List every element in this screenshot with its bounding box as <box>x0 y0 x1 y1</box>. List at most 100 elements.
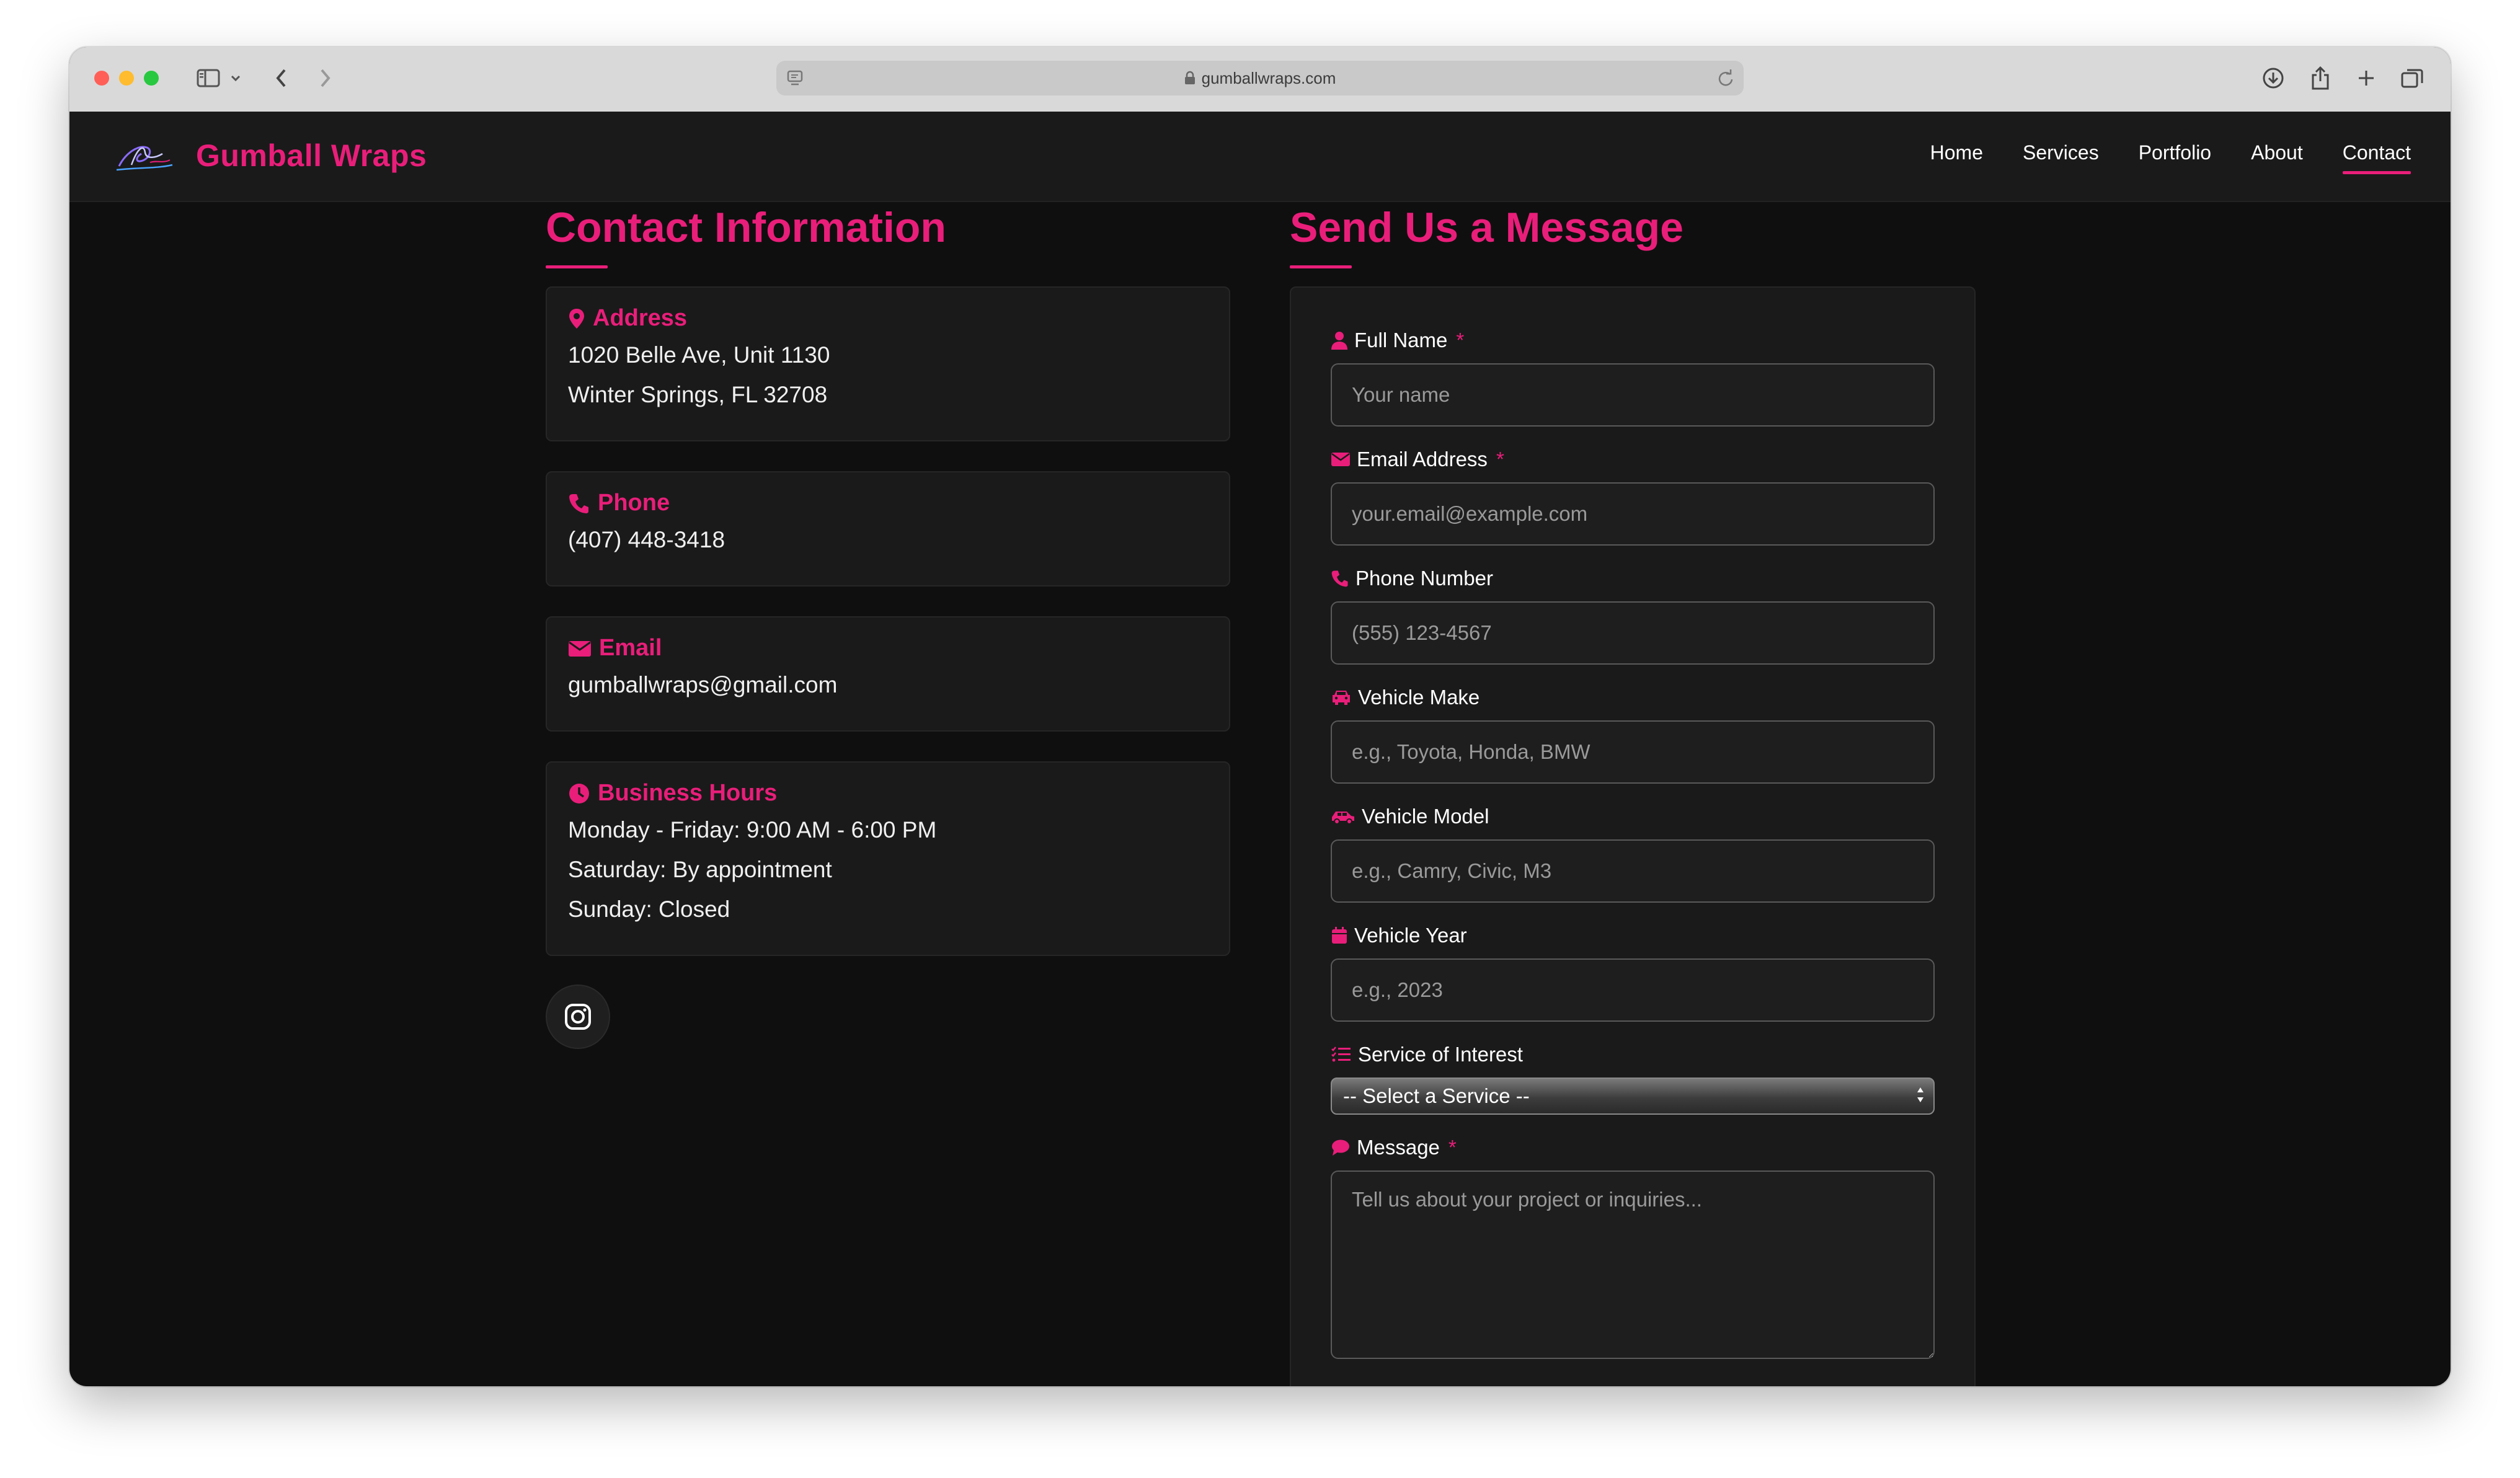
forward-button[interactable] <box>310 62 340 94</box>
full-name-input[interactable] <box>1331 363 1935 427</box>
phone-value[interactable]: (407) 448-3418 <box>568 527 725 553</box>
full-name-label-text: Full Name <box>1354 329 1448 352</box>
share-button[interactable] <box>2305 62 2335 94</box>
phone-label-text: Phone Number <box>1355 567 1493 590</box>
brand-logo-icon[interactable] <box>113 135 175 177</box>
back-button[interactable] <box>267 62 296 94</box>
vehicle-model-input[interactable] <box>1331 839 1935 903</box>
vehicle-year-label-text: Vehicle Year <box>1354 924 1467 947</box>
contact-heading-underline <box>546 265 608 268</box>
address-title: Address <box>568 305 687 332</box>
close-window-button[interactable] <box>94 71 109 86</box>
address-card: Address 1020 Belle Ave, Unit 1130 Winter… <box>546 286 1230 441</box>
service-label: Service of Interest <box>1331 1043 1523 1066</box>
hours-sunday: Sunday: Closed <box>568 896 730 922</box>
contact-heading: Contact Information <box>546 204 946 251</box>
lock-icon <box>1184 71 1196 86</box>
user-icon <box>1331 332 1347 350</box>
email-label: Email Address * <box>1331 448 1504 471</box>
address-line-2: Winter Springs, FL 32708 <box>568 382 828 407</box>
phone-input[interactable] <box>1331 601 1935 665</box>
email-card: Email gumballwraps@gmail.com <box>546 616 1230 732</box>
minimize-window-button[interactable] <box>119 71 134 86</box>
email-input[interactable] <box>1331 482 1935 546</box>
email-value[interactable]: gumballwraps@gmail.com <box>568 672 837 698</box>
chevron-right-icon <box>321 69 331 87</box>
nav-contact[interactable]: Contact <box>2342 141 2411 174</box>
message-textarea[interactable] <box>1331 1170 1935 1359</box>
vehicle-make-label: Vehicle Make <box>1331 686 1480 709</box>
phone-icon <box>569 493 588 513</box>
select-arrows-icon <box>1916 1084 1925 1106</box>
required-asterisk: * <box>1456 329 1465 352</box>
message-heading: Send Us a Message <box>1290 204 1684 251</box>
browser-toolbar: gumballwraps.com <box>69 47 2451 113</box>
sidebar-toggle-button[interactable] <box>191 62 247 94</box>
address-title-text: Address <box>593 305 688 331</box>
message-heading-underline <box>1290 265 1352 268</box>
calendar-icon <box>1332 927 1347 944</box>
message-label-text: Message <box>1357 1136 1440 1159</box>
page-settings-icon <box>787 70 803 86</box>
full-name-label: Full Name * <box>1331 329 1464 352</box>
email-title-text: Email <box>599 635 662 661</box>
email-label-text: Email Address <box>1357 448 1488 471</box>
address-bar[interactable]: gumballwraps.com <box>776 61 1744 95</box>
vehicle-model-label: Vehicle Model <box>1331 805 1489 828</box>
nav-services[interactable]: Services <box>2023 141 2099 164</box>
vehicle-model-label-text: Vehicle Model <box>1362 805 1489 828</box>
sidebar-icon <box>197 69 220 87</box>
phone-label: Phone Number <box>1331 567 1493 590</box>
new-tab-button[interactable] <box>2351 62 2381 94</box>
required-asterisk: * <box>1448 1136 1457 1159</box>
downloads-button[interactable] <box>2258 62 2288 94</box>
phone-title: Phone <box>568 490 670 516</box>
browser-window: gumballwraps.com Gumball Wraps Home Serv… <box>69 47 2451 1386</box>
service-select-value: -- Select a Service -- <box>1343 1084 1530 1107</box>
url-text: gumballwraps.com <box>1201 68 1336 87</box>
chevron-left-icon <box>276 69 286 87</box>
tab-overview-button[interactable] <box>2397 62 2427 94</box>
hours-saturday: Saturday: By appointment <box>568 857 832 882</box>
envelope-icon <box>1331 453 1350 466</box>
comment-icon <box>1332 1139 1349 1156</box>
vehicle-make-label-text: Vehicle Make <box>1358 686 1480 709</box>
share-icon <box>2312 66 2329 90</box>
hours-card: Business Hours Monday - Friday: 9:00 AM … <box>546 761 1230 956</box>
plus-icon <box>2359 71 2374 86</box>
reload-icon[interactable] <box>1716 68 1735 88</box>
address-line-1: 1020 Belle Ave, Unit 1130 <box>568 342 830 368</box>
envelope-icon <box>569 640 591 657</box>
vehicle-year-input[interactable] <box>1331 958 1935 1022</box>
phone-card: Phone (407) 448-3418 <box>546 471 1230 586</box>
list-check-icon <box>1331 1047 1351 1062</box>
message-label: Message * <box>1331 1136 1457 1159</box>
main-nav: Home Services Portfolio About Contact <box>1930 141 2411 174</box>
service-label-text: Service of Interest <box>1358 1043 1523 1066</box>
zoom-window-button[interactable] <box>144 71 159 86</box>
vehicle-year-label: Vehicle Year <box>1331 924 1467 947</box>
chevron-down-icon <box>231 75 241 82</box>
phone-icon <box>1331 570 1348 587</box>
site-header: Gumball Wraps Home Services Portfolio Ab… <box>69 112 2451 202</box>
instagram-icon <box>565 1004 591 1030</box>
car-icon <box>1333 691 1350 705</box>
hours-weekdays: Monday - Friday: 9:00 AM - 6:00 PM <box>568 817 937 843</box>
tabs-icon <box>2401 69 2423 88</box>
hours-title: Business Hours <box>568 780 777 807</box>
nav-about[interactable]: About <box>2251 141 2303 164</box>
brand-name[interactable]: Gumball Wraps <box>196 138 427 174</box>
email-title: Email <box>568 635 662 662</box>
nav-portfolio[interactable]: Portfolio <box>2139 141 2211 164</box>
download-icon <box>2263 68 2284 89</box>
instagram-link[interactable] <box>546 985 610 1049</box>
hours-title-text: Business Hours <box>598 780 778 806</box>
service-select[interactable]: -- Select a Service -- <box>1331 1078 1935 1115</box>
vehicle-make-input[interactable] <box>1331 720 1935 784</box>
clock-icon <box>569 783 589 803</box>
phone-title-text: Phone <box>598 490 670 516</box>
required-asterisk: * <box>1496 448 1504 471</box>
car-side-icon <box>1332 812 1354 825</box>
map-pin-icon <box>569 308 584 329</box>
nav-home[interactable]: Home <box>1930 141 1983 164</box>
